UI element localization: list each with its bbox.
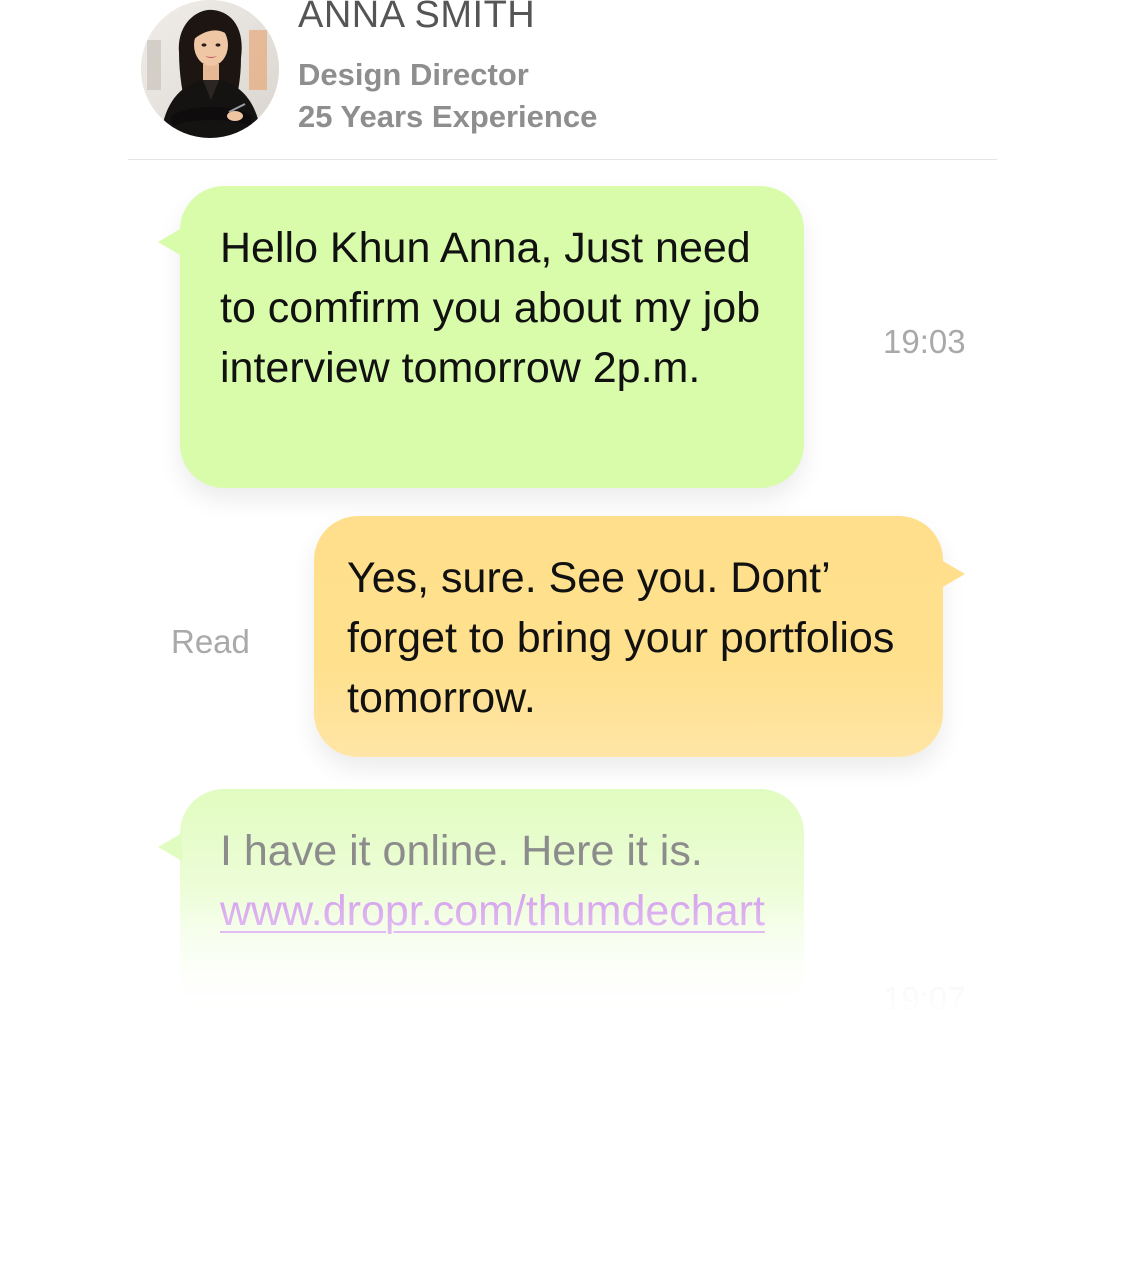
- message-text: I have it online. Here it is.: [220, 827, 703, 875]
- incoming-message-bubble[interactable]: I have it online. Here it is. www.dropr.…: [158, 789, 804, 1019]
- empty-chat-area: [0, 1010, 1125, 1284]
- person-portrait-avatar-icon: [141, 0, 279, 138]
- avatar[interactable]: [141, 0, 279, 138]
- message-text: Hello Khun Anna, Just need to comfirm yo…: [220, 224, 761, 392]
- outgoing-message-bubble[interactable]: Yes, sure. See you. Dont’ forget to brin…: [314, 516, 965, 757]
- contact-name: ANNA SMITH: [298, 0, 536, 36]
- message-text: Yes, sure. See you. Dont’ forget to brin…: [347, 554, 895, 722]
- contact-role: Design Director: [298, 57, 529, 92]
- message-timestamp: 19:03: [883, 323, 966, 360]
- header-divider: [128, 159, 997, 160]
- contact-experience: 25 Years Experience: [298, 99, 598, 134]
- read-receipt: Read: [171, 623, 250, 660]
- message-link[interactable]: www.dropr.com/thumdechart: [220, 881, 768, 941]
- incoming-message-bubble[interactable]: Hello Khun Anna, Just need to comfirm yo…: [158, 186, 804, 488]
- chat-header: ANNA SMITH Design Director 25 Years Expe…: [0, 0, 1125, 160]
